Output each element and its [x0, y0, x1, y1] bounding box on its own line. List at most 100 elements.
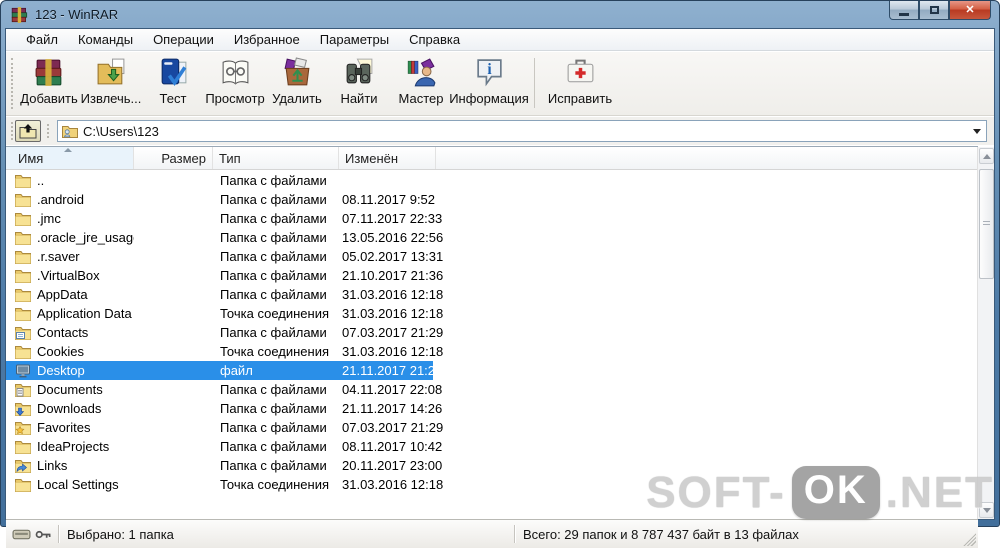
menu-operations[interactable]: Операции [143, 30, 224, 49]
file-type: Папка с файлами [213, 458, 339, 473]
file-type: Папка с файлами [213, 401, 339, 416]
file-name: Application Data [37, 306, 132, 321]
minimize-button[interactable] [889, 1, 919, 20]
column-header-modified[interactable]: Изменён [339, 147, 436, 169]
file-row[interactable]: Links Папка с файлами 20.11.2017 23:00 [6, 456, 433, 475]
title-bar: 123 - WinRAR ✕ [5, 1, 995, 28]
extract-label: Извлечь... [81, 91, 142, 106]
find-icon [343, 56, 376, 89]
desktop-icon [15, 363, 31, 378]
file-type: Папка с файлами [213, 268, 339, 283]
folder-contacts-icon [15, 325, 31, 340]
extract-icon [95, 56, 128, 89]
file-type: файл [213, 363, 339, 378]
scroll-up-button[interactable] [979, 148, 994, 164]
folder-icon [15, 287, 31, 302]
file-modified: 31.03.2016 12:18 [339, 477, 433, 492]
file-row[interactable]: .. Папка с файлами [6, 171, 433, 190]
file-name: AppData [37, 287, 88, 302]
info-label: Информация [449, 91, 529, 106]
menu-commands[interactable]: Команды [68, 30, 143, 49]
file-modified: 21.10.2017 21:36 [339, 268, 433, 283]
file-type: Папка с файлами [213, 230, 339, 245]
column-header-empty [436, 147, 978, 169]
repair-icon [564, 56, 597, 89]
folder-icon [15, 249, 31, 264]
file-row[interactable]: Local Settings Точка соединения 31.03.20… [6, 475, 433, 494]
folder-up-icon [19, 123, 37, 139]
address-combo[interactable]: C:\Users\123 [57, 120, 987, 142]
scroll-down-button[interactable] [979, 502, 994, 518]
address-dropdown-button[interactable] [969, 122, 985, 140]
menu-favorites[interactable]: Избранное [224, 30, 310, 49]
file-row[interactable]: Favorites Папка с файлами 07.03.2017 21:… [6, 418, 433, 437]
add-button[interactable]: Добавить [18, 54, 80, 112]
wizard-icon [405, 56, 438, 89]
column-header-size[interactable]: Размер [134, 147, 213, 169]
file-row[interactable]: .r.saver Папка с файлами 05.02.2017 13:3… [6, 247, 433, 266]
file-type: Папка с файлами [213, 249, 339, 264]
find-button[interactable]: Найти [328, 54, 390, 112]
file-row[interactable]: IdeaProjects Папка с файлами 08.11.2017 … [6, 437, 433, 456]
svg-text:i: i [487, 61, 492, 78]
info-icon: i [473, 56, 506, 89]
file-name: .VirtualBox [37, 268, 100, 283]
column-header-type[interactable]: Тип [213, 147, 339, 169]
wizard-button[interactable]: Мастер [390, 54, 452, 112]
delete-label: Удалить [272, 91, 322, 106]
view-button[interactable]: Просмотр [204, 54, 266, 112]
file-name: Favorites [37, 420, 90, 435]
menu-help[interactable]: Справка [399, 30, 470, 49]
folder-icon [15, 192, 31, 207]
disk-icon [12, 528, 31, 541]
file-type: Папка с файлами [213, 420, 339, 435]
test-button[interactable]: Тест [142, 54, 204, 112]
folder-icon [15, 306, 31, 321]
file-row[interactable]: .oracle_jre_usage Папка с файлами 13.05.… [6, 228, 433, 247]
delete-button[interactable]: Удалить [266, 54, 328, 112]
file-row[interactable]: Application Data Точка соединения 31.03.… [6, 304, 433, 323]
info-button[interactable]: i Информация [452, 54, 526, 112]
up-one-level-button[interactable] [15, 120, 41, 142]
folder-icon [15, 211, 31, 226]
resize-grip[interactable] [963, 533, 976, 546]
file-row[interactable]: Contacts Папка с файлами 07.03.2017 21:2… [6, 323, 433, 342]
vertical-scrollbar[interactable] [977, 147, 994, 519]
folder-icon [15, 477, 31, 492]
file-row[interactable]: Downloads Папка с файлами 21.11.2017 14:… [6, 399, 433, 418]
window-title: 123 - WinRAR [35, 7, 118, 22]
file-row[interactable]: AppData Папка с файлами 31.03.2016 12:18 [6, 285, 433, 304]
file-name: .android [37, 192, 84, 207]
address-input[interactable]: C:\Users\123 [83, 124, 159, 139]
test-label: Тест [160, 91, 187, 106]
file-row[interactable]: Documents Папка с файлами 04.11.2017 22:… [6, 380, 433, 399]
selection-status: Выбрано: 1 папка [59, 527, 514, 542]
folder-down-icon [15, 401, 31, 416]
close-button[interactable]: ✕ [949, 1, 991, 20]
scrollbar-thumb[interactable] [979, 169, 994, 279]
column-header-name[interactable]: Имя [6, 147, 134, 169]
extract-button[interactable]: Извлечь... [80, 54, 142, 112]
wizard-label: Мастер [399, 91, 444, 106]
toolbar: Добавить Извлечь... Тест [6, 52, 994, 116]
sort-ascending-icon [64, 148, 72, 152]
file-row[interactable]: .android Папка с файлами 08.11.2017 9:52 [6, 190, 433, 209]
file-row[interactable]: .VirtualBox Папка с файлами 21.10.2017 2… [6, 266, 433, 285]
client-area: Файл Команды Операции Избранное Параметр… [5, 28, 995, 520]
file-row[interactable]: Desktop файл 21.11.2017 21:20 [6, 361, 433, 380]
file-name: Links [37, 458, 67, 473]
maximize-button[interactable] [919, 1, 949, 20]
file-type: Точка соединения [213, 344, 339, 359]
menu-file[interactable]: Файл [16, 30, 68, 49]
column-header-row: Имя Размер Тип Изменён [6, 146, 978, 170]
folder-link-icon [15, 458, 31, 473]
menu-options[interactable]: Параметры [310, 30, 399, 49]
triangle-up-icon [983, 154, 991, 159]
repair-button[interactable]: Исправить [543, 54, 617, 112]
file-type: Точка соединения [213, 306, 339, 321]
file-row[interactable]: Cookies Точка соединения 31.03.2016 12:1… [6, 342, 433, 361]
file-row[interactable]: .jmc Папка с файлами 07.11.2017 22:33 [6, 209, 433, 228]
file-name: Desktop [37, 363, 85, 378]
chevron-down-icon [973, 129, 981, 134]
file-modified: 07.03.2017 21:29 [339, 325, 433, 340]
